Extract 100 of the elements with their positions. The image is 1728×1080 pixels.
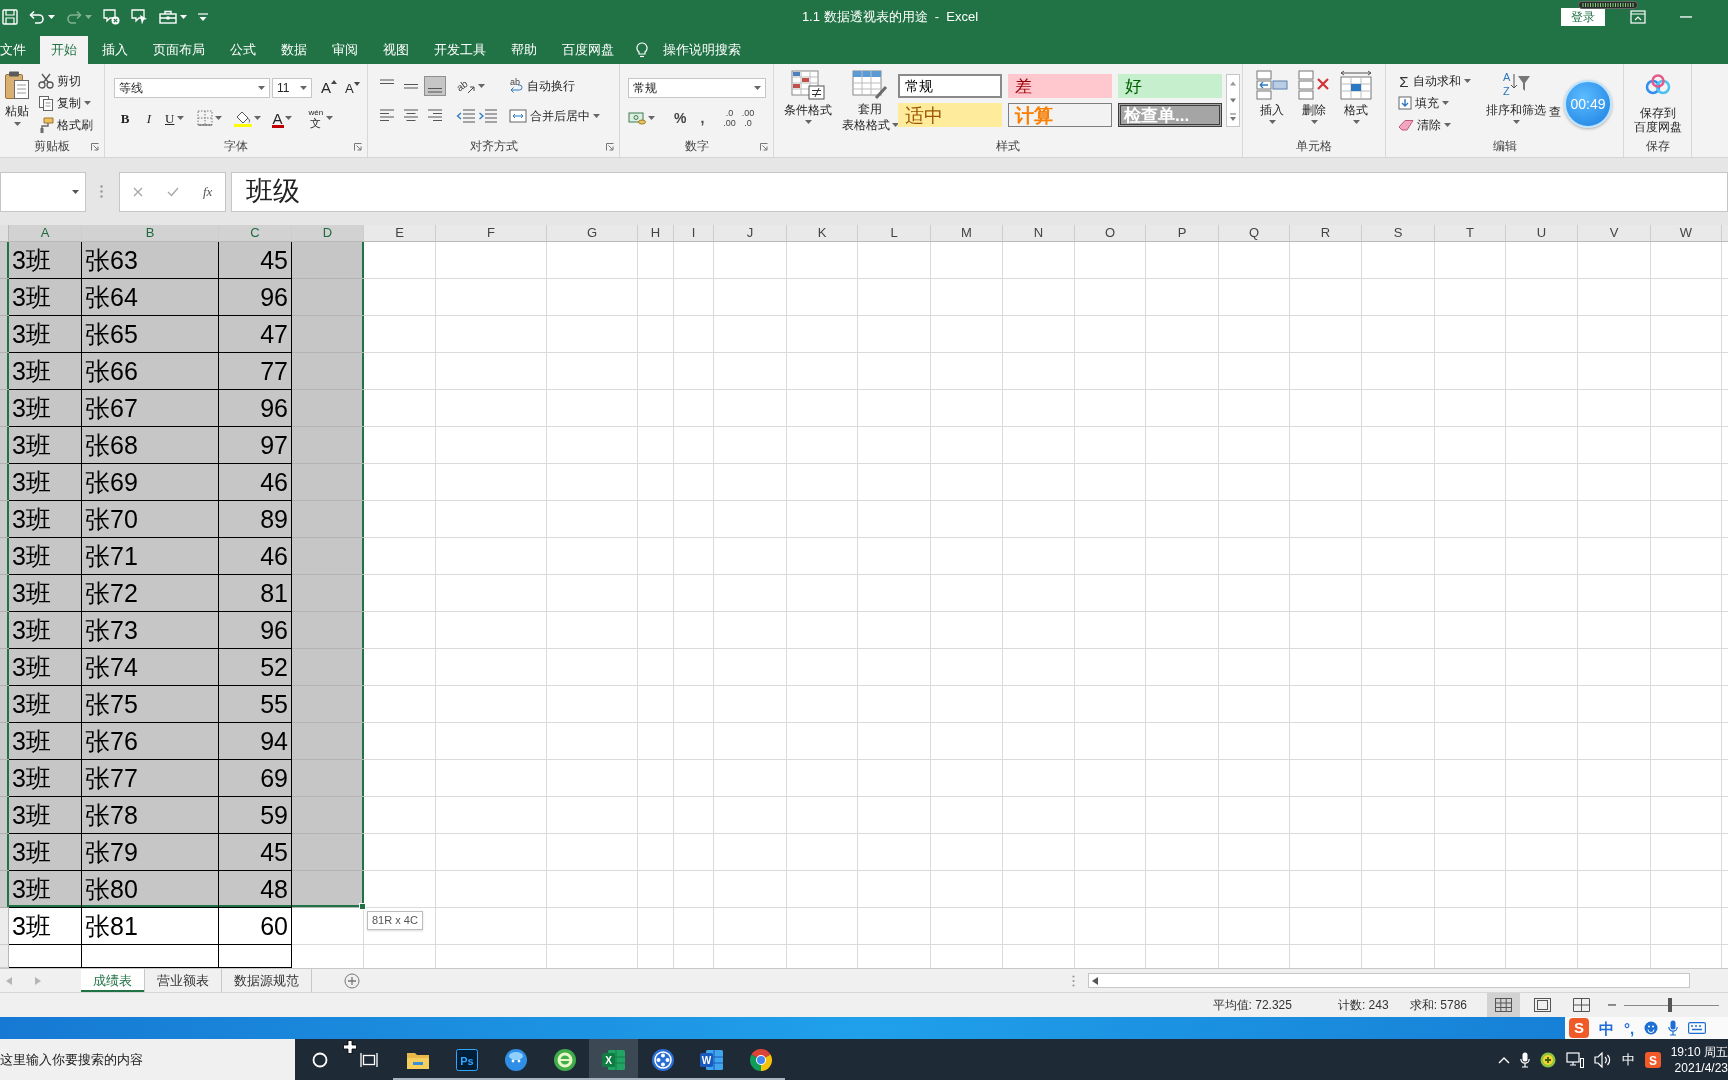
conditional-format-button[interactable]: 条件格式	[780, 70, 836, 124]
row-header[interactable]	[0, 316, 9, 353]
speaker-icon[interactable]	[1593, 1051, 1612, 1068]
row-header[interactable]	[0, 353, 9, 390]
caret-icon[interactable]	[215, 116, 223, 120]
add-sheet-icon[interactable]	[344, 972, 360, 989]
format-cells-button[interactable]: 格式	[1335, 70, 1377, 124]
format-painter-button[interactable]: 格式刷	[35, 114, 96, 135]
row-header[interactable]	[0, 686, 9, 723]
ribbon-tab[interactable]: 插入	[91, 36, 139, 64]
clock-date[interactable]: 2021/4/23	[1674, 1059, 1728, 1076]
row-header[interactable]	[0, 797, 9, 834]
ribbon-tab[interactable]: 百度网盘	[551, 36, 625, 64]
decrease-indent-icon[interactable]	[456, 108, 476, 124]
row-header[interactable]	[0, 612, 9, 649]
sign-in-button[interactable]: 登录	[1561, 7, 1605, 26]
drag-handle-icon[interactable]	[100, 185, 103, 198]
comma-style-button[interactable]: ,	[697, 107, 708, 129]
taskbar-button[interactable]: X	[589, 1039, 638, 1080]
phonetic-guide-button[interactable]: wén 文	[305, 106, 337, 130]
increase-decimal-button[interactable]: .0 .00	[721, 107, 738, 129]
grow-font-button[interactable]: A	[318, 77, 340, 99]
row-header[interactable]	[0, 723, 9, 760]
row-header[interactable]	[0, 464, 9, 501]
circle-icon[interactable]	[311, 1051, 328, 1068]
punctuation-toggle[interactable]: °,	[1624, 1020, 1635, 1036]
plus-circle-icon[interactable]	[1539, 1051, 1556, 1068]
microphone-icon[interactable]	[1519, 1051, 1530, 1068]
monitor-icon[interactable]	[1565, 1051, 1584, 1068]
row-header[interactable]	[0, 538, 9, 575]
row-header[interactable]	[0, 649, 9, 686]
caret-icon[interactable]	[72, 189, 79, 194]
find-button[interactable]: 查	[1549, 105, 1561, 119]
ribbon-tab[interactable]: 文件	[0, 36, 37, 64]
save-to-cloud-button[interactable]: 保存到 百度网盘	[1633, 74, 1682, 134]
sort-filter-button[interactable]: A Z 排序和筛选	[1486, 70, 1546, 124]
split-handle-icon[interactable]	[1072, 974, 1075, 987]
bold-button[interactable]: B	[114, 107, 136, 129]
format-as-table-button[interactable]: 套用 表格格式	[844, 70, 896, 132]
fill-handle[interactable]	[359, 903, 366, 910]
delete-cells-button[interactable]: 删除	[1293, 70, 1335, 124]
normal-view-icon[interactable]	[1487, 993, 1520, 1017]
taskbar-button[interactable]: Ps	[442, 1039, 491, 1080]
keyboard-icon[interactable]	[1688, 1022, 1707, 1034]
caret-icon[interactable]	[180, 14, 187, 19]
chevron-up-icon[interactable]	[1497, 1055, 1510, 1064]
decrease-decimal-button[interactable]: .00 .0	[739, 107, 757, 129]
paint-bucket-icon[interactable]	[234, 109, 253, 127]
row-header[interactable]	[0, 834, 9, 871]
bubble-x-icon[interactable]	[103, 8, 120, 25]
insert-cells-button[interactable]: 插入	[1251, 70, 1293, 124]
row-header[interactable]	[0, 242, 9, 279]
caret-icon[interactable]	[478, 84, 485, 88]
ribbon-tab[interactable]: 帮助	[500, 36, 548, 64]
column-header[interactable]: C	[219, 225, 292, 241]
row-header[interactable]	[0, 575, 9, 612]
insert-function-button[interactable]: fx	[203, 183, 213, 200]
ribbon-tab[interactable]: 开发工具	[423, 36, 497, 64]
cell-style-option[interactable]: 好	[1118, 74, 1222, 98]
ribbon-tab[interactable]: 视图	[372, 36, 420, 64]
column-header[interactable]: D	[292, 225, 364, 241]
cell-style-option[interactable]: 适中	[898, 103, 1002, 127]
dialog-launcher-icon[interactable]	[760, 142, 768, 151]
cut-button[interactable]: 剪切	[35, 70, 96, 91]
shrink-font-button[interactable]: A	[342, 77, 363, 99]
row-header[interactable]	[0, 501, 9, 538]
input-mode-indicator[interactable]: 中	[1621, 1051, 1635, 1068]
caret-icon[interactable]	[254, 116, 262, 120]
banknote-icon[interactable]	[628, 111, 646, 125]
smiley-icon[interactable]	[1644, 1021, 1659, 1035]
sheet-tab[interactable]: 成绩表	[81, 969, 145, 992]
increase-indent-icon[interactable]	[478, 108, 498, 124]
dialog-launcher-icon[interactable]	[606, 142, 614, 151]
search-field[interactable]: 这里输入你要搜索的内容	[0, 1039, 295, 1080]
dialog-launcher-icon[interactable]	[91, 142, 99, 151]
ribbon-tab[interactable]: 公式	[219, 36, 267, 64]
ribbon-tab[interactable]: 审阅	[321, 36, 369, 64]
bubble-cursor-icon[interactable]	[131, 8, 148, 25]
briefcase-icon[interactable]	[159, 9, 177, 24]
clear-button[interactable]: 清除	[1395, 114, 1474, 135]
align-bottom-icon[interactable]	[424, 76, 446, 96]
horizontal-scrollbar[interactable]	[1088, 973, 1690, 988]
italic-button[interactable]: I	[138, 107, 160, 129]
cell-style-option[interactable]: 差	[1008, 74, 1112, 98]
caret-icon[interactable]	[648, 116, 655, 120]
save-icon[interactable]	[2, 8, 18, 25]
font-size-field[interactable]: 11	[272, 78, 312, 98]
cell-style-option[interactable]: 常规	[898, 74, 1002, 98]
tell-me-search[interactable]: 操作说明搜索	[636, 36, 741, 64]
undo-icon[interactable]	[29, 9, 45, 24]
font-name-field[interactable]: 等线	[114, 78, 270, 98]
formula-field[interactable]: 班级	[231, 171, 1728, 212]
row-header[interactable]	[0, 390, 9, 427]
row-header[interactable]	[0, 760, 9, 797]
row-header[interactable]	[0, 279, 9, 316]
caret-icon[interactable]	[48, 14, 55, 19]
autosum-button[interactable]: Σ 自动求和	[1395, 70, 1474, 91]
copy-button[interactable]: 复制	[35, 92, 96, 113]
ribbon-display-icon[interactable]	[1630, 9, 1646, 24]
border-grid-icon[interactable]	[197, 110, 214, 126]
